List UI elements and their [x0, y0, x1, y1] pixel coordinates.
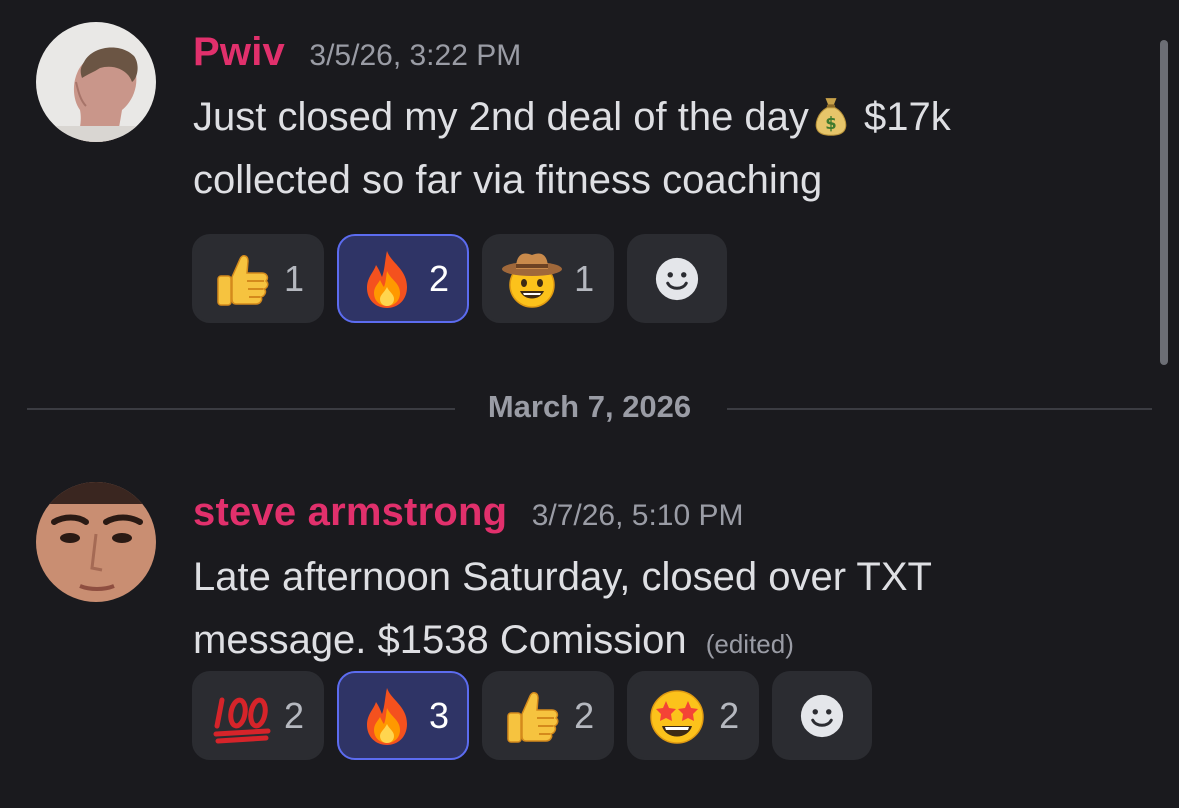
edited-label: (edited) [705, 629, 794, 659]
smiley-icon [795, 689, 849, 743]
reactions-bar: 2 3 2 2 [192, 671, 873, 760]
reaction-count: 2 [429, 257, 450, 299]
reaction-fire[interactable]: 2 [337, 234, 470, 323]
avatar[interactable] [36, 482, 156, 602]
reaction-count: 2 [574, 694, 595, 736]
scrollbar[interactable] [1160, 40, 1168, 365]
add-reaction-button[interactable] [627, 234, 728, 323]
fire-icon [355, 684, 419, 748]
hundred-points-icon [210, 684, 274, 748]
reaction-hundred-points[interactable]: 2 [192, 671, 325, 760]
reaction-fire[interactable]: 3 [337, 671, 470, 760]
cowboy-face-icon [500, 247, 564, 311]
thumbs-up-icon [500, 684, 564, 748]
divider-line [727, 408, 1152, 410]
reaction-count: 3 [429, 694, 450, 736]
message-text: Late afternoon Saturday, closed over TXT… [193, 555, 932, 662]
chat-view: Pwiv 3/5/26, 3:22 PM Just closed my 2nd … [0, 0, 1179, 808]
message-content: Just closed my 2nd deal of the day $17k … [193, 86, 1093, 212]
thumbs-up-icon [210, 247, 274, 311]
money-bag-icon [809, 94, 853, 138]
smiley-icon [650, 252, 704, 306]
reaction-count: 2 [284, 694, 305, 736]
reaction-count: 1 [284, 257, 305, 299]
avatar-image [36, 22, 156, 142]
fire-icon [355, 247, 419, 311]
date-divider-label: March 7, 2026 [487, 389, 692, 424]
reaction-count: 2 [719, 694, 740, 736]
reaction-thumbs-up[interactable]: 2 [482, 671, 615, 760]
star-struck-icon [645, 684, 709, 748]
reaction-thumbs-up[interactable]: 1 [192, 234, 325, 323]
add-reaction-button[interactable] [772, 671, 873, 760]
avatar[interactable] [36, 22, 156, 142]
reaction-star-struck[interactable]: 2 [627, 671, 760, 760]
username[interactable]: steve armstrong [193, 490, 507, 534]
timestamp[interactable]: 3/7/26, 5:10 PM [532, 499, 744, 532]
message-header: steve armstrong 3/7/26, 5:10 PM [193, 490, 744, 535]
reaction-cowboy-face[interactable]: 1 [482, 234, 615, 323]
message-content: Late afternoon Saturday, closed over TXT… [193, 546, 1093, 676]
timestamp[interactable]: 3/5/26, 3:22 PM [309, 39, 521, 72]
date-divider: March 7, 2026 [27, 385, 1152, 433]
reaction-count: 1 [574, 257, 595, 299]
avatar-image [36, 482, 156, 602]
reactions-bar: 1 2 1 [192, 234, 728, 323]
username[interactable]: Pwiv [193, 30, 285, 74]
message-header: Pwiv 3/5/26, 3:22 PM [193, 30, 521, 75]
message-text: Just closed my 2nd deal of the day [193, 95, 809, 139]
